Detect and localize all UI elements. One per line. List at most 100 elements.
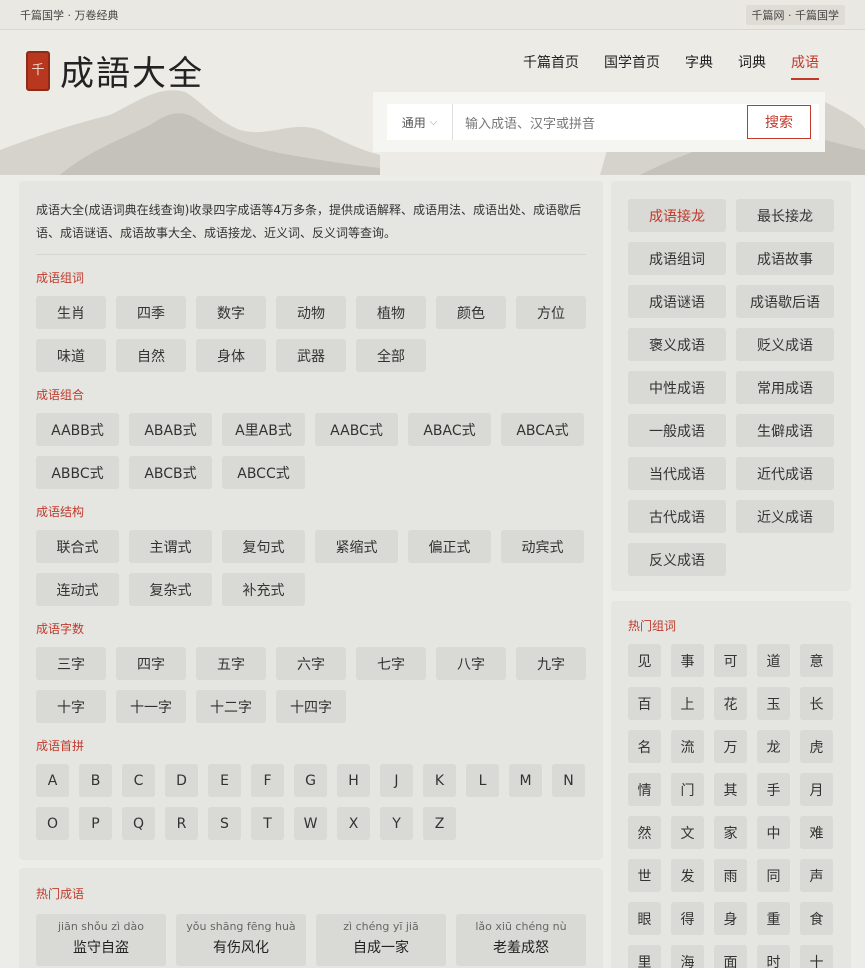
char-item[interactable]: 万 xyxy=(714,730,747,763)
chip-item[interactable]: 六字 xyxy=(276,647,346,680)
side-link[interactable]: 成语谜语 xyxy=(628,285,726,318)
char-item[interactable]: 龙 xyxy=(757,730,790,763)
char-item[interactable]: 身 xyxy=(714,902,747,935)
chip-item[interactable]: 动物 xyxy=(276,296,346,329)
hot-idiom-card[interactable]: jiān shǒu zì dào 监守自盗 xyxy=(36,914,166,966)
letter-item[interactable]: Z xyxy=(423,807,456,840)
letter-item[interactable]: T xyxy=(251,807,284,840)
side-link[interactable]: 最长接龙 xyxy=(736,199,834,232)
chip-item[interactable]: 连动式 xyxy=(36,573,119,606)
chip-item[interactable]: 紧缩式 xyxy=(315,530,398,563)
side-link[interactable]: 反义成语 xyxy=(628,543,726,576)
site-link[interactable]: 千篇网 · 千篇国学 xyxy=(745,4,845,25)
chip-item[interactable]: 复句式 xyxy=(222,530,305,563)
chip-item[interactable]: 全部 xyxy=(356,339,426,372)
side-link[interactable]: 中性成语 xyxy=(628,371,726,404)
search-button[interactable]: 搜索 xyxy=(747,105,811,139)
char-item[interactable]: 雨 xyxy=(714,859,747,892)
letter-item[interactable]: O xyxy=(36,807,69,840)
search-type-select[interactable]: 通用 ⌵ xyxy=(387,104,453,140)
char-item[interactable]: 月 xyxy=(800,773,833,806)
chip-item[interactable]: ABBC式 xyxy=(36,456,119,489)
chip-item[interactable]: 九字 xyxy=(516,647,586,680)
chip-item[interactable]: 动宾式 xyxy=(501,530,584,563)
char-item[interactable]: 情 xyxy=(628,773,661,806)
chip-item[interactable]: 武器 xyxy=(276,339,346,372)
chip-item[interactable]: 自然 xyxy=(116,339,186,372)
letter-item[interactable]: R xyxy=(165,807,198,840)
char-item[interactable]: 世 xyxy=(628,859,661,892)
side-link[interactable]: 常用成语 xyxy=(736,371,834,404)
char-item[interactable]: 然 xyxy=(628,816,661,849)
char-item[interactable]: 中 xyxy=(757,816,790,849)
chip-item[interactable]: 十四字 xyxy=(276,690,346,723)
char-item[interactable]: 长 xyxy=(800,687,833,720)
letter-item[interactable]: Q xyxy=(122,807,155,840)
chip-item[interactable]: 身体 xyxy=(196,339,266,372)
letter-item[interactable]: M xyxy=(509,764,542,797)
chip-item[interactable]: ABAB式 xyxy=(129,413,212,446)
chip-item[interactable]: AABB式 xyxy=(36,413,119,446)
letter-item[interactable]: P xyxy=(79,807,112,840)
chip-item[interactable]: 五字 xyxy=(196,647,266,680)
char-item[interactable]: 文 xyxy=(671,816,704,849)
chip-item[interactable]: ABAC式 xyxy=(408,413,491,446)
chip-item[interactable]: 偏正式 xyxy=(408,530,491,563)
side-link[interactable]: 古代成语 xyxy=(628,500,726,533)
char-item[interactable]: 上 xyxy=(671,687,704,720)
chip-item[interactable]: ABCA式 xyxy=(501,413,584,446)
side-link[interactable]: 贬义成语 xyxy=(736,328,834,361)
char-item[interactable]: 难 xyxy=(800,816,833,849)
letter-item[interactable]: H xyxy=(337,764,370,797)
hot-idiom-card[interactable]: yǒu shāng fēng huà 有伤风化 xyxy=(176,914,306,966)
chip-item[interactable]: 四季 xyxy=(116,296,186,329)
letter-item[interactable]: J xyxy=(380,764,413,797)
side-link[interactable]: 成语故事 xyxy=(736,242,834,275)
char-item[interactable]: 面 xyxy=(714,945,747,968)
hot-idiom-card[interactable]: zì chéng yī jiā 自成一家 xyxy=(316,914,446,966)
side-link[interactable]: 褒义成语 xyxy=(628,328,726,361)
chip-item[interactable]: ABCB式 xyxy=(129,456,212,489)
nav-cidian[interactable]: 词典 xyxy=(738,52,766,80)
chip-item[interactable]: 数字 xyxy=(196,296,266,329)
chip-item[interactable]: 七字 xyxy=(356,647,426,680)
side-link[interactable]: 成语组词 xyxy=(628,242,726,275)
hot-idiom-card[interactable]: lǎo xiū chéng nù 老羞成怒 xyxy=(456,914,586,966)
chip-item[interactable]: AABC式 xyxy=(315,413,398,446)
char-item[interactable]: 道 xyxy=(757,644,790,677)
letter-item[interactable]: D xyxy=(165,764,198,797)
char-item[interactable]: 百 xyxy=(628,687,661,720)
char-item[interactable]: 时 xyxy=(757,945,790,968)
char-item[interactable]: 里 xyxy=(628,945,661,968)
chip-item[interactable]: 复杂式 xyxy=(129,573,212,606)
char-item[interactable]: 声 xyxy=(800,859,833,892)
letter-item[interactable]: B xyxy=(79,764,112,797)
letter-item[interactable]: X xyxy=(337,807,370,840)
char-item[interactable]: 见 xyxy=(628,644,661,677)
chip-item[interactable]: 方位 xyxy=(516,296,586,329)
letter-item[interactable]: G xyxy=(294,764,327,797)
side-link[interactable]: 近义成语 xyxy=(736,500,834,533)
chip-item[interactable]: 颜色 xyxy=(436,296,506,329)
letter-item[interactable]: E xyxy=(208,764,241,797)
side-link[interactable]: 生僻成语 xyxy=(736,414,834,447)
chip-item[interactable]: 植物 xyxy=(356,296,426,329)
side-link[interactable]: 成语接龙 xyxy=(628,199,726,232)
char-item[interactable]: 手 xyxy=(757,773,790,806)
char-item[interactable]: 家 xyxy=(714,816,747,849)
char-item[interactable]: 花 xyxy=(714,687,747,720)
letter-item[interactable]: L xyxy=(466,764,499,797)
char-item[interactable]: 玉 xyxy=(757,687,790,720)
char-item[interactable]: 其 xyxy=(714,773,747,806)
side-link[interactable]: 近代成语 xyxy=(736,457,834,490)
side-link[interactable]: 一般成语 xyxy=(628,414,726,447)
chip-item[interactable]: 三字 xyxy=(36,647,106,680)
char-item[interactable]: 可 xyxy=(714,644,747,677)
letter-item[interactable]: Y xyxy=(380,807,413,840)
nav-zidian[interactable]: 字典 xyxy=(685,52,713,80)
letter-item[interactable]: C xyxy=(122,764,155,797)
letter-item[interactable]: W xyxy=(294,807,327,840)
char-item[interactable]: 门 xyxy=(671,773,704,806)
char-item[interactable]: 重 xyxy=(757,902,790,935)
chip-item[interactable]: 十一字 xyxy=(116,690,186,723)
